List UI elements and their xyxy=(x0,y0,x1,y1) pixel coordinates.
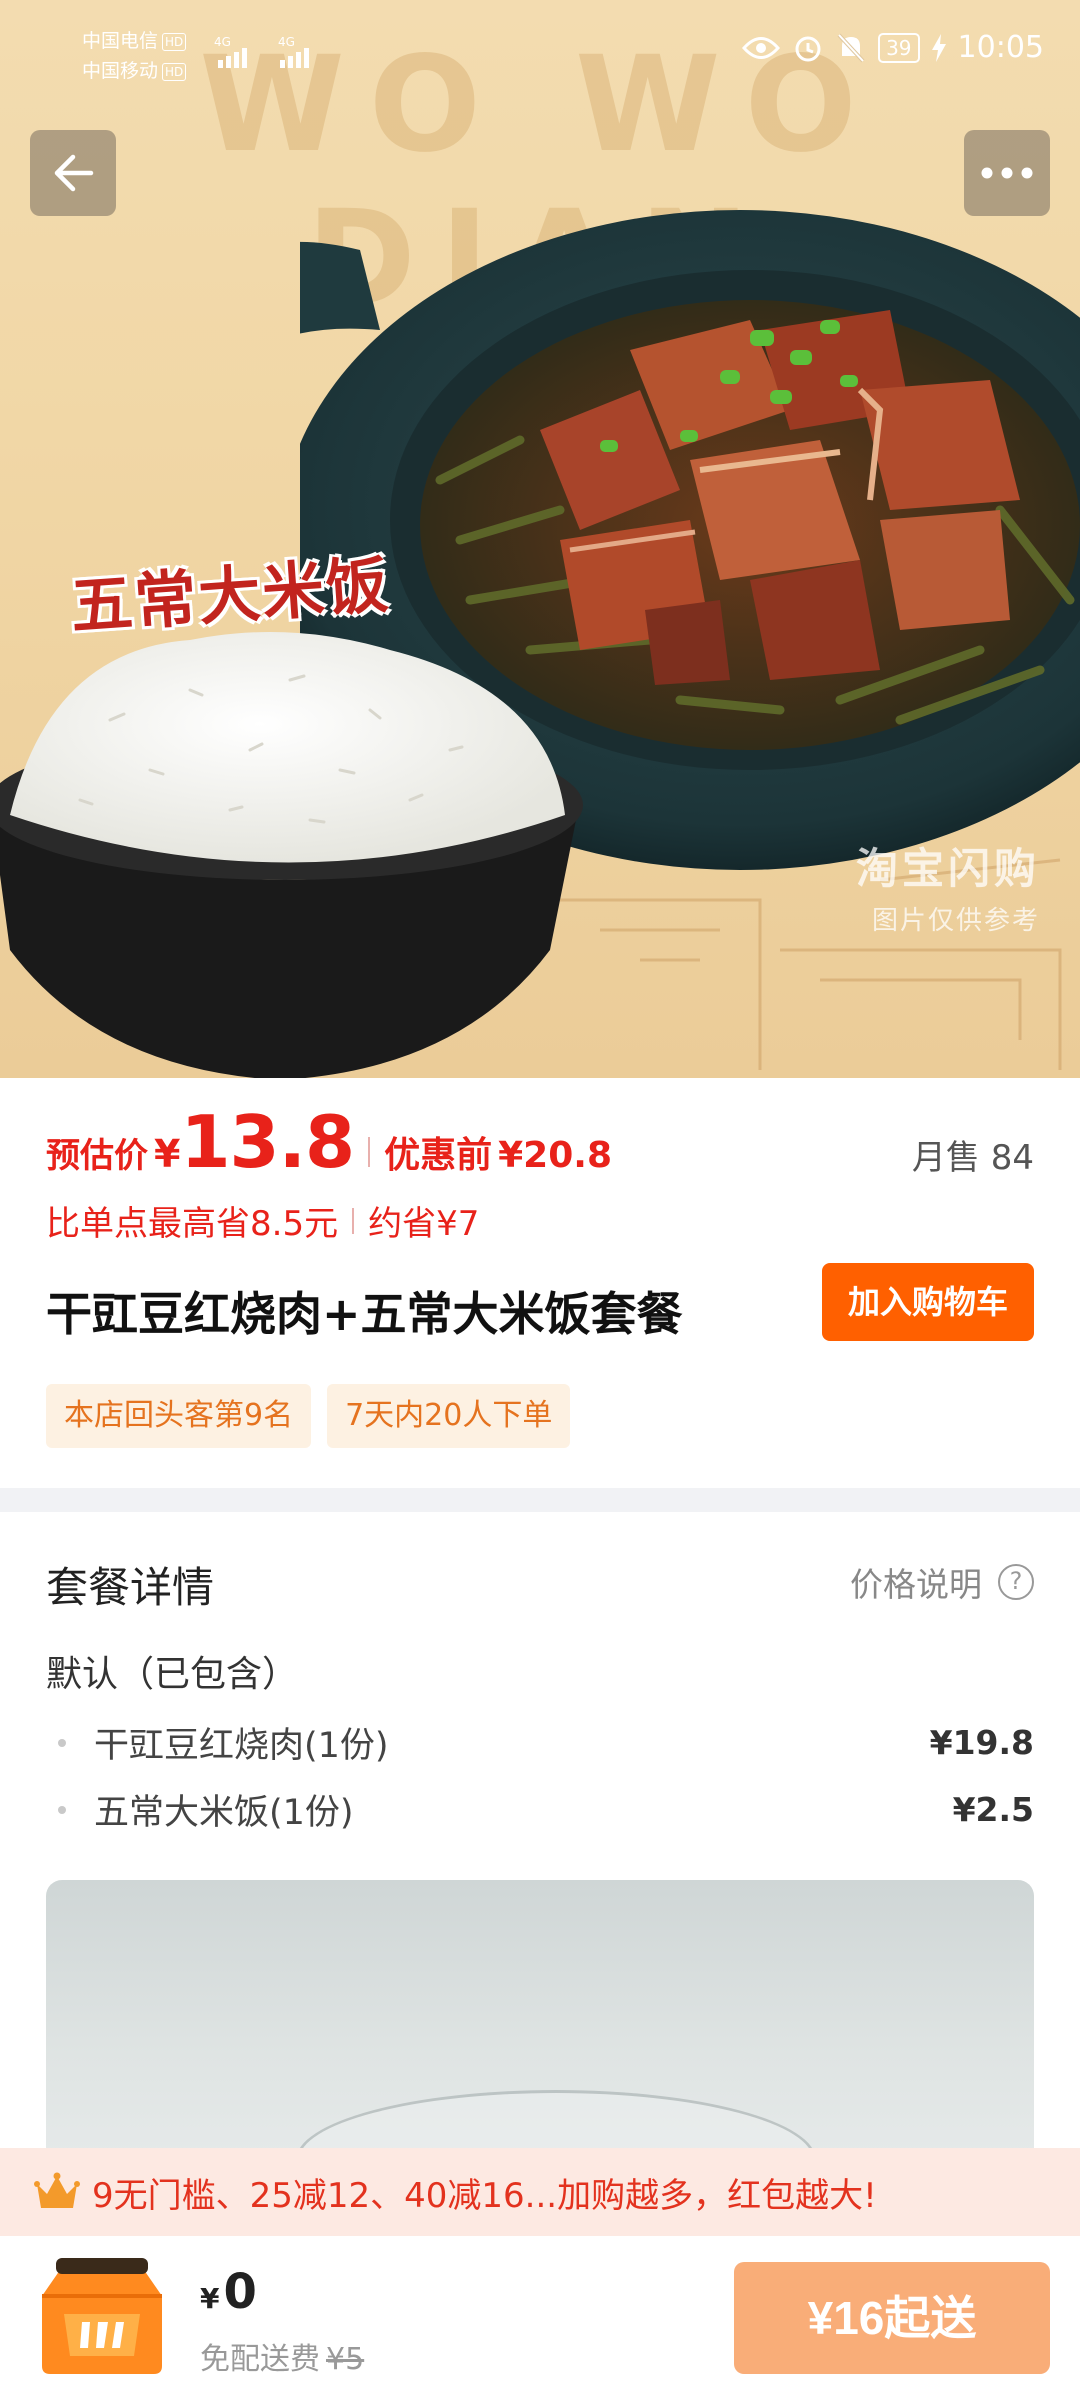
image-watermark: 淘宝闪购 图片仅供参考 xyxy=(856,835,1040,937)
product-hero-image[interactable]: WO WO DIAN xyxy=(0,0,1080,1078)
svg-text:4G: 4G xyxy=(278,35,295,49)
more-dots-icon xyxy=(981,167,1033,179)
combo-item-name: 干豇豆红烧肉(1份) xyxy=(94,1726,389,1766)
minimum-order-checkout-button[interactable]: ¥16起送 xyxy=(734,2262,1050,2374)
tag-repeat-customer-rank: 本店回头客第9名 xyxy=(46,1384,312,1448)
bullet-dot xyxy=(58,1805,66,1814)
rice-bowl-illustration xyxy=(0,632,583,1078)
combo-detail-image[interactable] xyxy=(46,1880,1034,2170)
more-options-button[interactable] xyxy=(964,130,1050,216)
shopping-bag-icon[interactable] xyxy=(34,2256,170,2376)
product-info-card: 预估价 ¥ 13.8 优惠前 ¥20.8 月售 84 比单点最高省8.5元 约省… xyxy=(0,1078,1080,1488)
mute-bell-icon xyxy=(837,33,865,62)
signal-icon: 4G 4G xyxy=(214,35,309,68)
free-delivery-label: 免配送费 xyxy=(200,2342,320,2377)
original-price-label: 优惠前 xyxy=(384,1135,493,1176)
product-title: 干豇豆红烧肉+五常大米饭套餐 xyxy=(46,1287,683,1341)
eye-icon xyxy=(742,36,781,59)
combo-item: 干豇豆红烧肉(1份) ¥19.8 xyxy=(46,1717,1034,1768)
savings-row: 比单点最高省8.5元 约省¥7 xyxy=(46,1196,479,1245)
price-explanation-link[interactable]: 价格说明 ? xyxy=(850,1558,1034,1606)
estimated-price: 13.8 xyxy=(180,1100,355,1184)
price-row: 预估价 ¥ 13.8 优惠前 ¥20.8 xyxy=(46,1100,612,1184)
hd-badge: HD xyxy=(162,62,187,81)
combo-item-price: ¥2.5 xyxy=(952,1790,1034,1829)
promotion-text: 9无门槛、25减12、40减16...加购越多，红包越大! xyxy=(92,2175,877,2216)
savings-divider xyxy=(352,1207,355,1234)
back-arrow-icon xyxy=(54,154,94,192)
section-divider xyxy=(0,1488,1080,1512)
tag-recent-orders: 7天内20人下单 xyxy=(327,1384,571,1448)
watermark-brand: 淘宝闪购 xyxy=(855,844,1040,893)
bullet-dot xyxy=(58,1738,66,1747)
crown-icon xyxy=(34,2172,80,2208)
cart-total-currency: ¥ xyxy=(200,2282,220,2315)
battery-level: 39 xyxy=(878,32,920,63)
monthly-sales: 月售 84 xyxy=(911,1138,1034,1178)
promotion-banner[interactable]: 9无门槛、25减12、40减16...加购越多，红包越大! xyxy=(0,2148,1080,2236)
combo-details-title: 套餐详情 xyxy=(46,1563,215,1612)
charging-icon xyxy=(931,33,946,62)
price-divider xyxy=(368,1137,371,1167)
back-button[interactable] xyxy=(30,130,116,216)
default-group-label: 默认（已包含） xyxy=(46,1654,299,1695)
status-right-group: 39 10:05 xyxy=(742,30,1044,65)
combo-item-name-wrapper: 五常大米饭(1份) xyxy=(46,1784,354,1835)
carrier-info: 中国电信 HD 中国移动 HD xyxy=(82,26,187,86)
price-currency: ¥ xyxy=(154,1132,181,1176)
approx-savings-text: 约省¥7 xyxy=(368,1204,480,1244)
svg-text:4G: 4G xyxy=(214,35,231,49)
combo-item-name-wrapper: 干豇豆红烧肉(1份) xyxy=(46,1717,389,1768)
alarm-icon xyxy=(795,36,821,61)
combo-details-section: 套餐详情 价格说明 ? 默认（已包含） 干豇豆红烧肉(1份) ¥19.8 五常大… xyxy=(0,1512,1080,2170)
combo-item: 五常大米饭(1份) ¥2.5 xyxy=(46,1784,1034,1835)
original-price: ¥20.8 xyxy=(498,1135,612,1176)
estimated-price-label: 预估价 xyxy=(46,1136,148,1176)
add-to-cart-button[interactable]: 加入购物车 xyxy=(822,1263,1034,1341)
carrier-1: 中国电信 xyxy=(82,30,159,52)
cart-total-amount: 0 xyxy=(223,2264,257,2320)
combo-item-name: 五常大米饭(1份) xyxy=(94,1793,354,1833)
cart-total: ¥ 0 xyxy=(200,2264,257,2320)
question-circle-icon: ? xyxy=(998,1564,1034,1600)
max-savings-text: 比单点最高省8.5元 xyxy=(46,1204,339,1244)
cart-bar: ¥ 0 免配送费 ¥5 ¥16起送 xyxy=(0,2236,1080,2400)
delivery-fee-info: 免配送费 ¥5 xyxy=(200,2334,364,2378)
product-tags: 本店回头客第9名 7天内20人下单 xyxy=(46,1384,571,1448)
watermark-note: 图片仅供参考 xyxy=(871,906,1040,936)
price-explanation-label: 价格说明 xyxy=(850,1565,982,1604)
combo-item-price: ¥19.8 xyxy=(929,1723,1034,1762)
status-bar: 中国电信 HD 中国移动 HD 4G 4G 39 10:05 xyxy=(0,0,1080,100)
carrier-2: 中国移动 xyxy=(82,60,159,82)
original-delivery-fee: ¥5 xyxy=(326,2342,365,2377)
clock-time: 10:05 xyxy=(957,30,1044,65)
hd-badge: HD xyxy=(162,32,187,51)
